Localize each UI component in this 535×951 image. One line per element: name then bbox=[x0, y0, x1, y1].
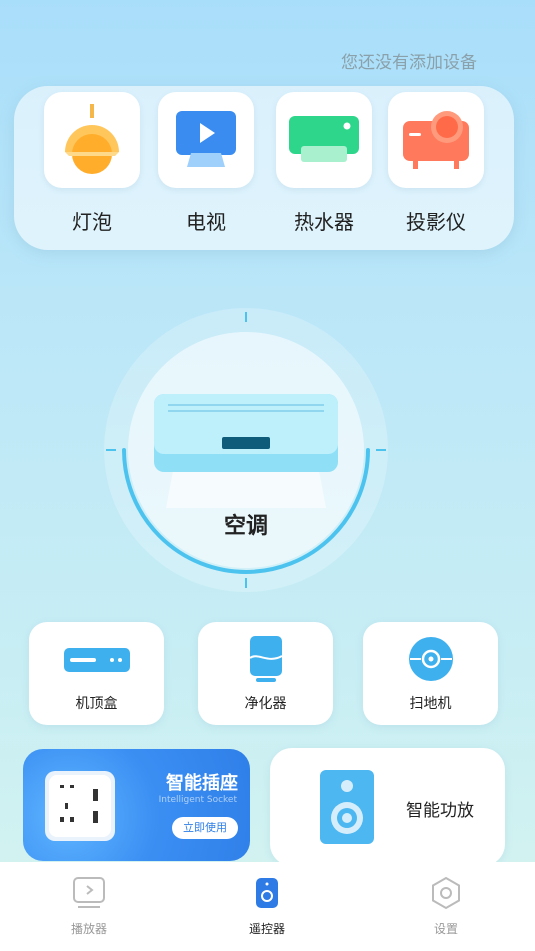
air-conditioner-dial[interactable]: 空调 bbox=[104, 308, 388, 592]
socket-title: 智能插座 bbox=[166, 773, 238, 794]
device-label: 灯泡 bbox=[72, 210, 112, 234]
bottom-tab-bar: 播放器 遥控器 设置 bbox=[0, 862, 535, 951]
air-purifier-icon bbox=[248, 636, 282, 682]
device-set-top-box[interactable]: 机顶盒 bbox=[29, 622, 164, 725]
robot-vacuum-icon bbox=[408, 637, 453, 681]
device-robot-vacuum[interactable]: 扫地机 bbox=[363, 622, 498, 725]
device-light-bulb[interactable]: 灯泡 bbox=[44, 92, 140, 235]
air-conditioner-label: 空调 bbox=[223, 514, 268, 539]
tab-player[interactable]: 播放器 bbox=[29, 876, 149, 937]
amplifier-label: 智能功放 bbox=[406, 801, 474, 821]
dial-graphic bbox=[104, 308, 388, 592]
smart-amplifier-card[interactable]: 智能功放 bbox=[270, 748, 505, 866]
tab-label: 设置 bbox=[433, 922, 458, 936]
remote-icon bbox=[256, 878, 278, 908]
tab-label: 遥控器 bbox=[248, 922, 285, 936]
tv-icon bbox=[176, 111, 236, 167]
settings-icon bbox=[432, 876, 460, 910]
air-conditioner-icon bbox=[154, 394, 338, 508]
device-label: 净化器 bbox=[244, 696, 287, 712]
device-projector[interactable]: 投影仪 bbox=[388, 92, 484, 235]
device-label: 投影仪 bbox=[406, 210, 466, 234]
use-now-button[interactable]: 立即使用 bbox=[172, 817, 238, 839]
light-bulb-icon bbox=[65, 104, 119, 174]
tab-remote[interactable]: 遥控器 bbox=[207, 876, 327, 937]
device-label: 电视 bbox=[186, 210, 226, 234]
device-label: 扫地机 bbox=[409, 696, 452, 712]
device-panel: 灯泡 电视 热水器 投影仪 bbox=[14, 86, 514, 250]
socket-subtitle: Intelligent Socket bbox=[158, 795, 237, 805]
empty-device-hint: 您还没有添加设备 bbox=[341, 53, 477, 73]
device-label: 机顶盒 bbox=[75, 696, 118, 712]
smart-socket-card[interactable]: 智能插座 Intelligent Socket 立即使用 bbox=[23, 749, 250, 861]
projector-icon bbox=[403, 111, 469, 169]
device-air-purifier[interactable]: 净化器 bbox=[198, 622, 333, 725]
device-label: 热水器 bbox=[294, 210, 354, 234]
device-water-heater[interactable]: 热水器 bbox=[276, 92, 372, 235]
water-heater-icon bbox=[289, 116, 359, 162]
device-tv[interactable]: 电视 bbox=[158, 92, 254, 235]
player-icon bbox=[73, 877, 105, 908]
set-top-box-icon bbox=[63, 648, 130, 672]
socket-icon bbox=[45, 771, 115, 841]
speaker-icon bbox=[320, 770, 374, 844]
tab-settings[interactable]: 设置 bbox=[386, 876, 506, 937]
tab-label: 播放器 bbox=[70, 922, 107, 936]
